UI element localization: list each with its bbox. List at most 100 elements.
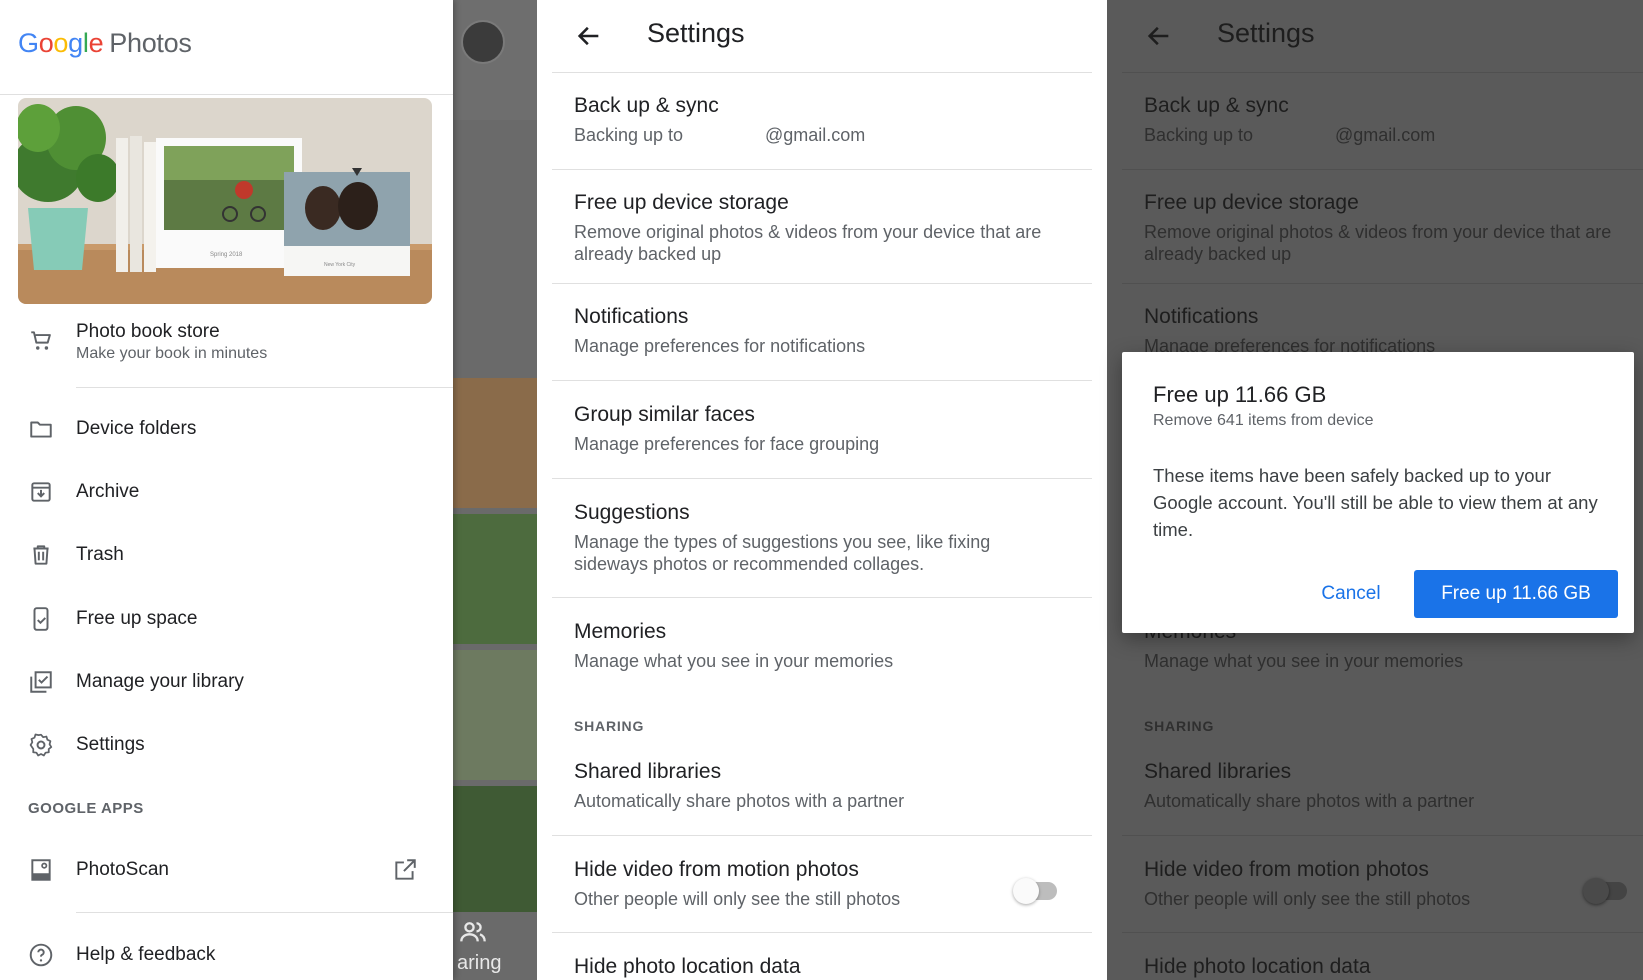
sidebar-item-device-folders[interactable]: Device folders [0, 401, 453, 457]
free-up-confirm-button[interactable]: Free up 11.66 GB [1414, 570, 1618, 618]
row-title: Hide video from motion photos [1144, 858, 1429, 881]
trash-icon [33, 545, 49, 565]
google-photos-logo: Google Photos [18, 28, 192, 58]
hide-video-row[interactable]: Hide video from motion photos Other peop… [537, 858, 1107, 928]
background-photo [453, 378, 537, 508]
photo-book-store-title: Photo book store [76, 321, 220, 342]
divider [0, 94, 453, 95]
sidebar-item-label: Archive [76, 481, 140, 502]
toggle-knob [1013, 878, 1039, 904]
group-faces-row[interactable]: Group similar faces Manage preferences f… [537, 403, 1107, 473]
open-in-new-icon[interactable] [392, 857, 418, 883]
sharing-section-header: SHARING [1144, 718, 1215, 734]
page-title: Settings [647, 18, 745, 48]
hide-video-toggle[interactable] [1013, 878, 1057, 904]
sidebar-item-manage-library[interactable]: Manage your library [0, 654, 453, 710]
row-title: Shared libraries [574, 760, 722, 783]
sidebar-item-label: PhotoScan [76, 859, 169, 880]
row-title: Back up & sync [574, 94, 719, 117]
sidebar-item-archive[interactable]: Archive [0, 464, 453, 520]
photo-book-store-subtitle: Make your book in minutes [76, 345, 268, 362]
divider [552, 835, 1092, 836]
backup-sync-row[interactable]: Back up & sync Backing up to @gmail.com [537, 94, 1107, 168]
row-title: Shared libraries [1144, 760, 1292, 783]
row-title: Free up device storage [1144, 191, 1359, 214]
page-title: Settings [1217, 18, 1315, 48]
sidebar-item-label: Trash [76, 544, 124, 565]
photo-book-store-item[interactable]: Photo book store Make your book in minut… [0, 305, 453, 377]
archive-icon [31, 482, 51, 502]
row-subtitle: Automatically share photos with a partne… [574, 791, 905, 811]
sharing-icon [460, 922, 486, 942]
svg-text:Spring 2018: Spring 2018 [210, 252, 243, 258]
row-title: Back up & sync [1144, 94, 1289, 117]
divider [1122, 283, 1643, 284]
row-title: Hide photo location data [1144, 955, 1371, 978]
row-title: Free up device storage [574, 191, 789, 214]
back-arrow-icon[interactable] [575, 22, 603, 50]
shared-libraries-row: Shared libraries Automatically share pho… [1107, 760, 1643, 830]
navigation-panel: aring Google Photos Spring 2018 New York… [0, 0, 537, 980]
free-up-dialog: Free up 11.66 GB Remove 641 items from d… [1122, 352, 1634, 633]
row-subtitle: Manage what you see in your memories [574, 651, 894, 671]
sidebar-item-help[interactable]: Help & feedback [0, 927, 453, 980]
avatar[interactable] [461, 20, 505, 64]
divider [1122, 72, 1643, 73]
sidebar-item-label: Settings [76, 734, 145, 755]
photoscan-icon [31, 859, 51, 881]
free-up-storage-row: Free up device storage Remove original p… [1107, 191, 1643, 281]
notifications-row[interactable]: Notifications Manage preferences for not… [537, 305, 1107, 375]
photo-book-promo-image[interactable]: Spring 2018 New York City [18, 98, 432, 304]
sidebar-item-label: Free up space [76, 608, 198, 629]
divider [552, 932, 1092, 933]
row-subtitle: Manage preferences for notifications [574, 336, 866, 356]
background-sharing-label: aring [457, 952, 502, 974]
cart-icon [31, 331, 51, 350]
row-subtitle: Other people will only see the still pho… [574, 889, 901, 909]
row-title: Suggestions [574, 501, 690, 524]
row-title: Hide video from motion photos [574, 858, 859, 881]
manage-library-icon [30, 671, 52, 693]
row-subtitle: Manage preferences for face grouping [574, 434, 880, 454]
suggestions-row[interactable]: Suggestions Manage the types of suggesti… [537, 501, 1107, 591]
gear-icon [29, 733, 53, 757]
divider [552, 283, 1092, 284]
row-title: Group similar faces [574, 403, 755, 426]
hide-location-row[interactable]: Hide photo location data [537, 955, 1107, 980]
background-photo-grid: aring [453, 0, 537, 980]
memories-row[interactable]: Memories Manage what you see in your mem… [537, 620, 1107, 690]
sidebar-item-photoscan[interactable]: PhotoScan [0, 842, 453, 898]
divider [76, 912, 453, 913]
sidebar-item-trash[interactable]: Trash [0, 527, 453, 583]
settings-screen: Settings Back up & sync Backing up to @g… [537, 0, 1107, 980]
row-subtitle: Automatically share photos with a partne… [1144, 791, 1475, 811]
hide-video-toggle [1583, 878, 1627, 904]
background-photo [453, 514, 537, 644]
folder-icon [30, 421, 52, 438]
background-photo [453, 650, 537, 780]
row-title: Notifications [1144, 305, 1259, 328]
free-up-storage-row[interactable]: Free up device storage Remove original p… [537, 191, 1107, 281]
dialog-title: Free up 11.66 GB [1153, 382, 1327, 407]
sidebar-item-free-up-space[interactable]: Free up space [0, 591, 453, 647]
divider [552, 478, 1092, 479]
row-subtitle: Remove original photos & videos from you… [1144, 222, 1612, 264]
help-icon [29, 943, 53, 967]
sidebar-item-label: Device folders [76, 418, 197, 439]
divider [1122, 932, 1643, 933]
app-bar: Settings [537, 0, 1107, 72]
dialog-body: These items have been safely backed up t… [1153, 465, 1598, 540]
divider [1122, 169, 1643, 170]
shared-libraries-row[interactable]: Shared libraries Automatically share pho… [537, 760, 1107, 830]
google-apps-header: GOOGLE APPS [28, 800, 144, 817]
divider [552, 597, 1092, 598]
app-bar: Settings [1107, 0, 1643, 72]
row-title: Hide photo location data [574, 955, 801, 978]
cancel-button[interactable]: Cancel [1294, 570, 1408, 618]
dialog-subtitle: Remove 641 items from device [1153, 412, 1374, 429]
sharing-section-header: SHARING [574, 718, 645, 734]
row-subtitle: Remove original photos & videos from you… [574, 222, 1042, 264]
divider [552, 380, 1092, 381]
sidebar-item-settings[interactable]: Settings [0, 717, 453, 773]
free-up-space-icon [33, 607, 49, 631]
